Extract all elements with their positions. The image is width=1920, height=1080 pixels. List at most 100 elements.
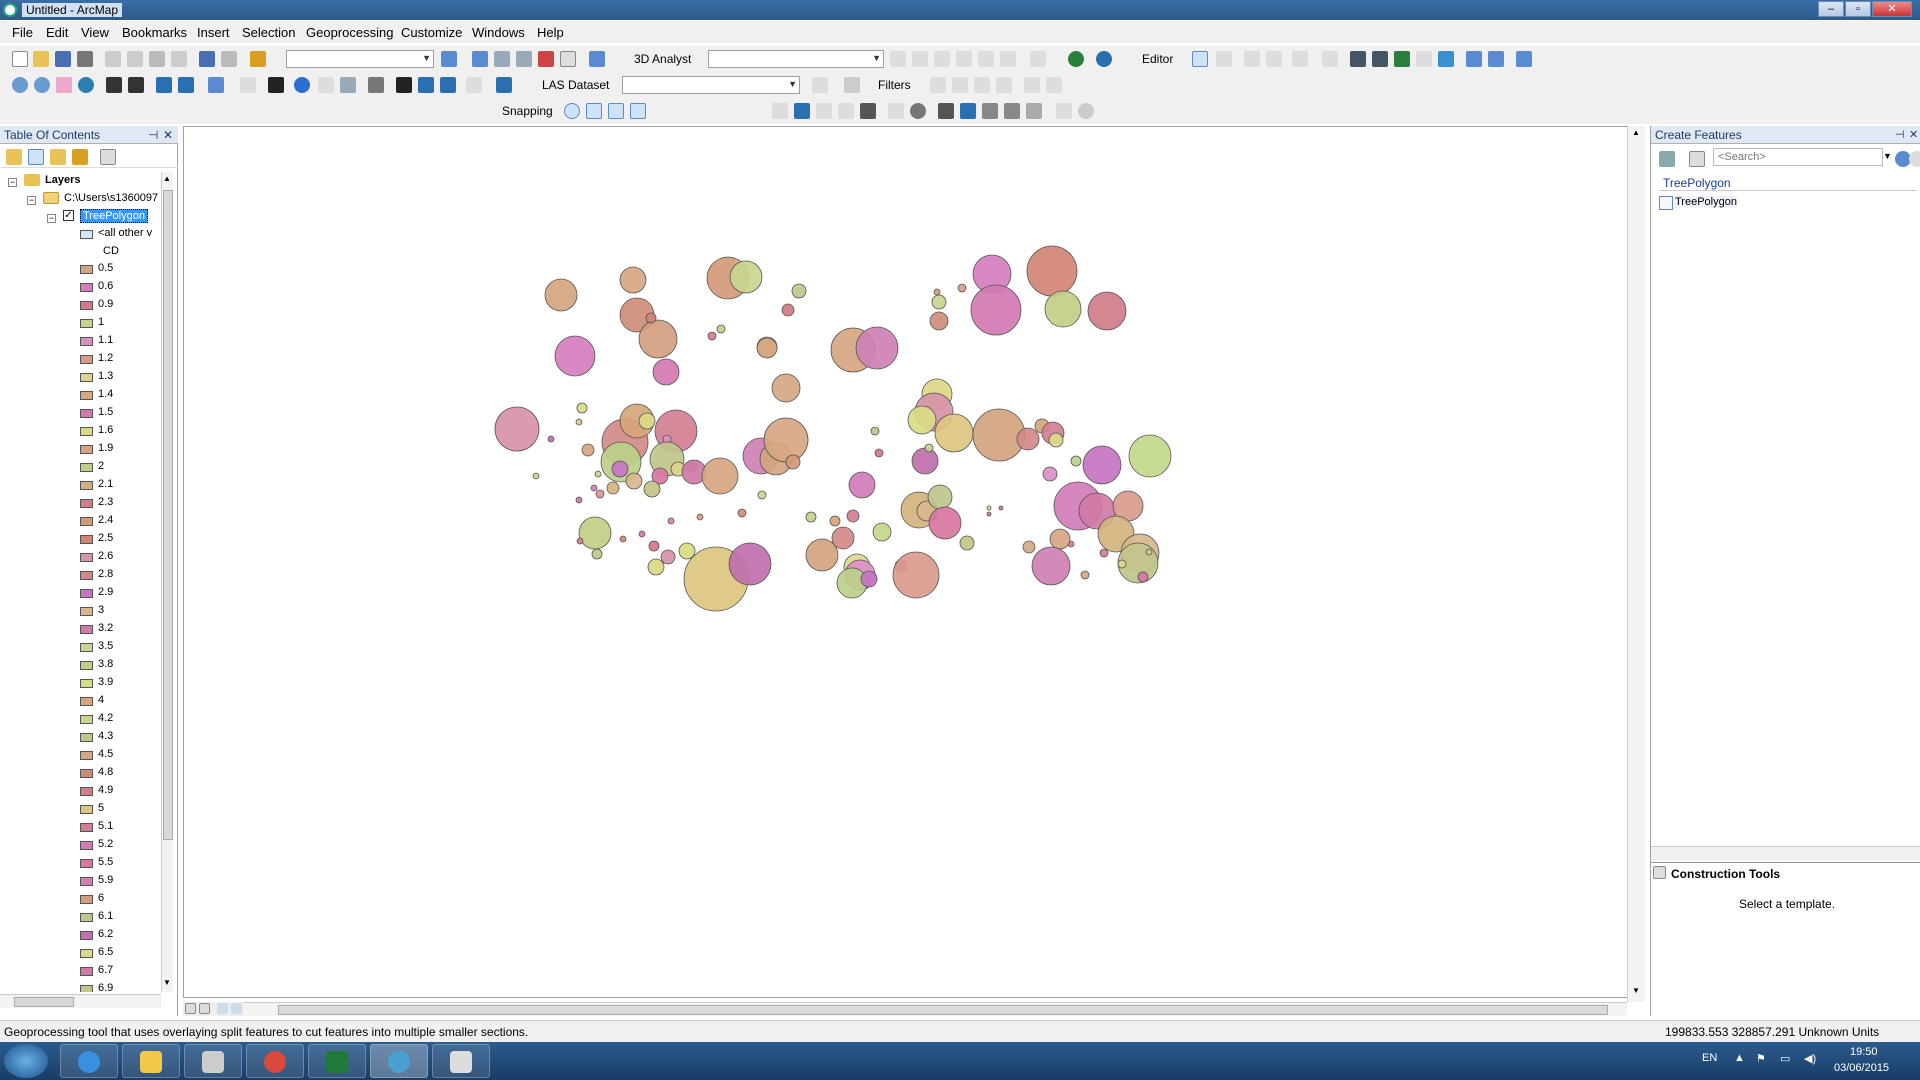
tree-polygon-feature[interactable] — [933, 288, 941, 296]
tree-polygon-feature[interactable] — [576, 537, 584, 545]
tree-polygon-feature[interactable] — [763, 417, 809, 463]
class-swatch[interactable] — [80, 589, 93, 598]
tree-polygon-feature[interactable] — [756, 337, 778, 359]
tree-polygon-feature[interactable] — [771, 373, 801, 403]
tree-polygon-feature[interactable] — [1049, 528, 1071, 550]
tree-polygon-feature[interactable] — [805, 511, 817, 523]
tree-polygon-feature[interactable] — [1048, 432, 1064, 448]
tree-polygon-feature[interactable] — [986, 505, 992, 511]
zoom-in-icon[interactable] — [12, 77, 28, 93]
tree-polygon-feature[interactable] — [638, 319, 678, 359]
tree-polygon-feature[interactable] — [729, 260, 763, 294]
tree-polygon-feature[interactable] — [581, 443, 595, 457]
class-swatch[interactable] — [80, 913, 93, 922]
clear-selection-icon[interactable] — [240, 77, 256, 93]
clear-search-icon[interactable] — [1909, 151, 1920, 167]
topology-edit-icon[interactable] — [772, 103, 788, 119]
tree-polygon-feature[interactable] — [907, 405, 937, 435]
select-elements-icon[interactable] — [268, 77, 284, 93]
map-hscroll-thumb[interactable] — [278, 1005, 1608, 1015]
cut-polygons-icon[interactable] — [1394, 51, 1410, 67]
tree-polygon-feature[interactable] — [892, 551, 940, 599]
tree-polygon-feature[interactable] — [1145, 548, 1153, 556]
tree-polygon-feature[interactable] — [931, 294, 947, 310]
fixed-zoom-out-icon[interactable] — [128, 77, 144, 93]
class-swatch[interactable] — [80, 301, 93, 310]
toc-window-icon[interactable] — [472, 51, 488, 67]
class-swatch[interactable] — [80, 409, 93, 418]
class-swatch[interactable] — [80, 373, 93, 382]
panel-splitter[interactable] — [1651, 846, 1920, 860]
select-by-rectangle-icon[interactable] — [208, 77, 224, 93]
time-slider-icon[interactable] — [466, 77, 482, 93]
tree-polygon-feature[interactable] — [1082, 445, 1122, 485]
tree-polygon-feature[interactable] — [648, 540, 660, 552]
toc-vertical-scrollbar[interactable]: ▲ ▼ — [161, 172, 173, 992]
tree-polygon-feature[interactable] — [959, 535, 975, 551]
find-route-icon[interactable] — [418, 77, 434, 93]
menu-customize[interactable]: Customize — [401, 25, 462, 40]
add-data-icon[interactable] — [250, 51, 266, 67]
class-swatch[interactable] — [80, 319, 93, 328]
list-by-visibility-icon[interactable] — [50, 149, 66, 165]
class-swatch[interactable] — [80, 841, 93, 850]
class-swatch[interactable] — [80, 391, 93, 400]
collapse-layers-icon[interactable]: − — [8, 178, 17, 187]
html-popup-icon[interactable] — [340, 77, 356, 93]
class-swatch[interactable] — [80, 823, 93, 832]
identify-icon[interactable] — [294, 77, 310, 93]
class-swatch[interactable] — [80, 769, 93, 778]
file-explorer-task[interactable] — [122, 1044, 180, 1078]
paste-icon[interactable] — [149, 51, 165, 67]
menu-help[interactable]: Help — [537, 25, 564, 40]
new-document-icon[interactable] — [12, 51, 28, 67]
scroll-up-icon[interactable]: ▲ — [163, 174, 171, 183]
tree-polygon-feature[interactable] — [737, 508, 747, 518]
tree-polygon-feature[interactable] — [647, 558, 665, 576]
excel-task[interactable] — [308, 1044, 366, 1078]
trace-icon[interactable] — [1292, 51, 1308, 67]
select-topology-icon[interactable] — [1056, 103, 1072, 119]
go-forward-icon[interactable] — [178, 77, 194, 93]
class-swatch[interactable] — [80, 445, 93, 454]
validate-topology-icon[interactable] — [888, 103, 904, 119]
delete-icon[interactable] — [171, 51, 187, 67]
interpolate-line-icon[interactable] — [978, 51, 994, 67]
catalog-window-icon[interactable] — [494, 51, 510, 67]
steepest-path-icon[interactable] — [912, 51, 928, 67]
3d-view-icon[interactable] — [1046, 77, 1062, 93]
find-icon[interactable] — [396, 77, 412, 93]
menu-file[interactable]: File — [12, 25, 33, 40]
tree-polygon-map[interactable] — [184, 127, 1624, 997]
tree-polygon-feature[interactable] — [860, 570, 878, 588]
tree-polygon-feature[interactable] — [575, 496, 583, 504]
interpolate-polygon-icon[interactable] — [1000, 51, 1016, 67]
tree-polygon-feature[interactable] — [701, 457, 739, 495]
map-display[interactable] — [183, 126, 1645, 998]
tree-polygon-feature[interactable] — [874, 448, 884, 458]
menu-bookmarks[interactable]: Bookmarks — [122, 25, 187, 40]
tree-polygon-feature[interactable] — [595, 489, 605, 499]
tree-polygon-feature[interactable] — [1137, 571, 1149, 583]
las-back-icon[interactable] — [930, 77, 946, 93]
tree-polygon-feature[interactable] — [594, 470, 602, 478]
toc-options-icon[interactable] — [100, 149, 116, 165]
collapse-folder-icon[interactable]: − — [27, 196, 36, 205]
show-shared-icon[interactable] — [982, 103, 998, 119]
undo-icon[interactable] — [199, 51, 215, 67]
filters-label[interactable]: Filters — [878, 78, 911, 92]
organize-templates-icon[interactable] — [1659, 151, 1675, 167]
tree-polygon-feature[interactable] — [1099, 548, 1109, 558]
split-icon[interactable] — [1416, 51, 1432, 67]
class-swatch[interactable] — [80, 553, 93, 562]
class-swatch[interactable] — [80, 895, 93, 904]
menu-edit[interactable]: Edit — [46, 25, 68, 40]
tree-polygon-feature[interactable] — [929, 311, 949, 331]
measure-icon[interactable] — [368, 77, 384, 93]
tree-polygon-feature[interactable] — [707, 331, 717, 341]
tree-polygon-feature[interactable] — [590, 484, 598, 492]
class-swatch[interactable] — [80, 481, 93, 490]
close-button[interactable]: ✕ — [1872, 1, 1912, 17]
tree-polygon-feature[interactable] — [494, 406, 540, 452]
shared-features-icon[interactable] — [960, 103, 976, 119]
